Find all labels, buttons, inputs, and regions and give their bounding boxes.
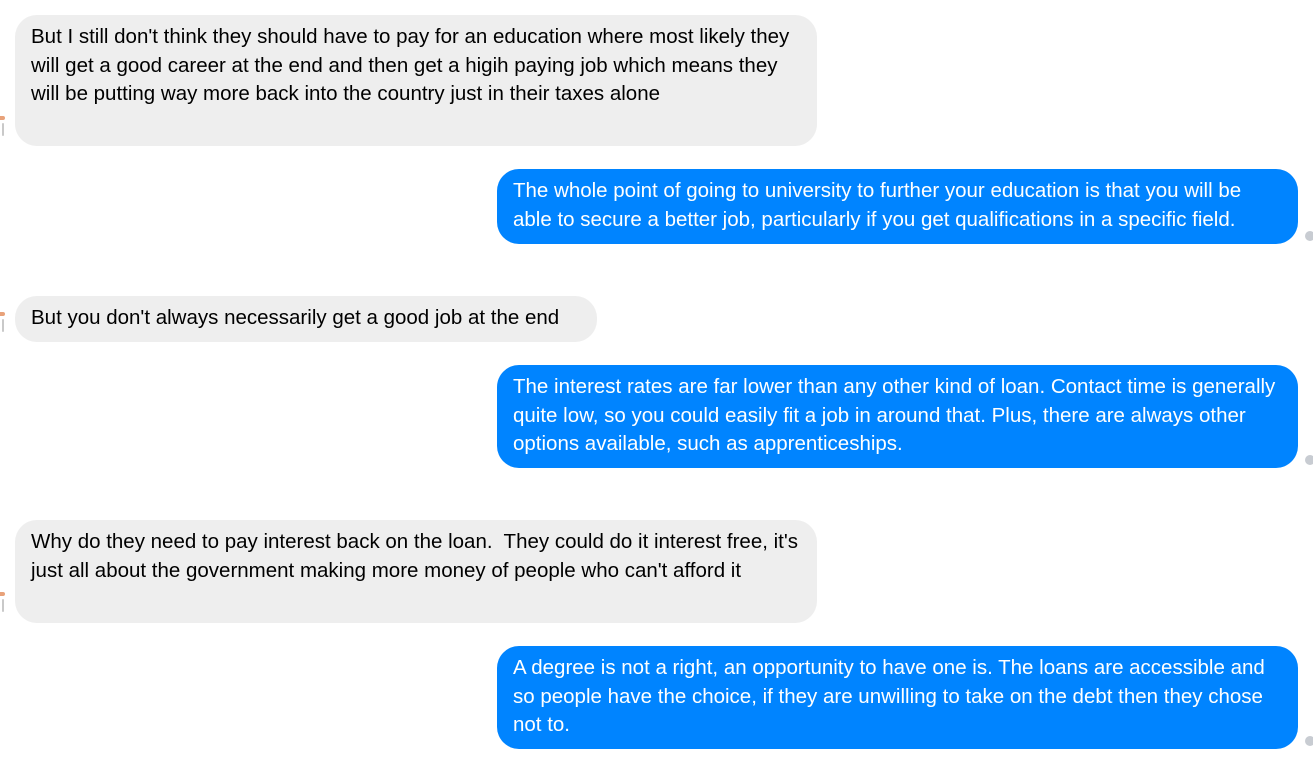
outgoing-message-bubble[interactable]: The interest rates are far lower than an… <box>497 365 1298 468</box>
sender-avatar[interactable] <box>0 312 6 334</box>
outgoing-message-bubble[interactable]: A degree is not a right, an opportunity … <box>497 646 1298 749</box>
read-receipt-icon <box>1305 455 1313 465</box>
incoming-message-bubble[interactable]: But you don't always necessarily get a g… <box>15 296 597 342</box>
message-thread: But I still don't think they should have… <box>0 0 1313 770</box>
read-receipt-icon <box>1305 231 1313 241</box>
incoming-message-bubble[interactable]: But I still don't think they should have… <box>15 15 817 146</box>
outgoing-message-bubble[interactable]: The whole point of going to university t… <box>497 169 1298 244</box>
sender-avatar[interactable] <box>0 592 6 614</box>
read-receipt-icon <box>1305 736 1313 746</box>
incoming-message-bubble[interactable]: Why do they need to pay interest back on… <box>15 520 817 623</box>
sender-avatar[interactable] <box>0 116 6 138</box>
